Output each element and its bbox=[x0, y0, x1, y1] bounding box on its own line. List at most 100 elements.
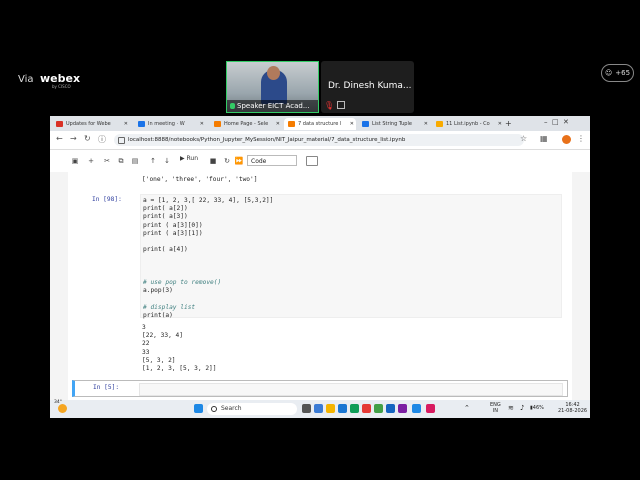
speaker-label: Speaker EICT Acad... bbox=[227, 100, 318, 112]
participants-button[interactable]: ☺ +65 bbox=[601, 64, 634, 82]
close-tab-icon[interactable]: ✕ bbox=[350, 118, 354, 130]
webex-tab-icon bbox=[138, 121, 145, 127]
restart-run-icon[interactable]: ⏩ bbox=[234, 156, 244, 166]
code-line: # display list bbox=[143, 303, 196, 311]
notebook-area: ['one', 'three', 'four', 'two'] In [98]:… bbox=[50, 172, 590, 416]
app-icon-5[interactable] bbox=[426, 404, 435, 413]
windows-taskbar: 34° Search ⌃ ENG IN ≋ ♪ ▮46% 16:42 21-08-2… bbox=[50, 400, 590, 418]
via-label: Via bbox=[18, 74, 34, 85]
menu-icon[interactable]: ⋮ bbox=[577, 134, 585, 143]
language-indicator[interactable]: ENG IN bbox=[490, 402, 501, 414]
taskbar-search[interactable]: Search bbox=[207, 403, 297, 415]
window-controls: – □ ✕ bbox=[544, 118, 569, 126]
stop-icon[interactable]: ■ bbox=[208, 156, 218, 166]
restart-icon[interactable]: ↻ bbox=[222, 156, 232, 166]
address-bar-row: ← → ↻ ⓘ localhost:8888/notebooks/Python_… bbox=[50, 131, 590, 150]
tab-0[interactable]: Updates for Webe ✕ bbox=[52, 118, 130, 130]
speaker-video-tile[interactable]: Speaker EICT Acad... bbox=[226, 61, 319, 113]
jupyter-icon bbox=[214, 121, 221, 127]
wifi-icon[interactable]: ≋ bbox=[508, 404, 514, 412]
app-icon[interactable] bbox=[362, 404, 371, 413]
chrome-icon[interactable] bbox=[350, 404, 359, 413]
app-icon-2[interactable] bbox=[374, 404, 383, 413]
cell-type-select[interactable]: Code bbox=[247, 155, 297, 166]
host-video-tile[interactable]: Dr. Dinesh Kuma... bbox=[321, 61, 414, 113]
extensions-icon[interactable]: ▦ bbox=[540, 134, 548, 143]
code-line: print( a[3]) bbox=[143, 213, 188, 221]
active-cell-prompt: In [5]: bbox=[93, 384, 120, 391]
close-tab-icon[interactable]: ✕ bbox=[124, 118, 128, 130]
tab-2[interactable]: Home Page - Sele ✕ bbox=[210, 118, 282, 130]
video-off-icon bbox=[337, 101, 345, 109]
edge-icon[interactable] bbox=[338, 404, 347, 413]
browser-window: Updates for Webe ✕ In meeting · W ✕ Home P… bbox=[50, 116, 590, 416]
move-up-icon[interactable]: ↑ bbox=[148, 156, 158, 166]
active-cell-input[interactable] bbox=[139, 383, 563, 396]
output-line: [5, 3, 2] bbox=[142, 356, 176, 364]
tray-chevron-icon[interactable]: ⌃ bbox=[464, 404, 470, 412]
paste-icon[interactable]: ▤ bbox=[130, 156, 140, 166]
participants-count: +65 bbox=[615, 69, 631, 77]
copy-icon[interactable]: ⧉ bbox=[116, 156, 126, 166]
new-tab-button[interactable]: + bbox=[502, 118, 514, 130]
previous-output: ['one', 'three', 'four', 'two'] bbox=[142, 176, 258, 183]
output-line: [1, 2, 3, [5, 3, 2]] bbox=[142, 365, 217, 373]
code-editor[interactable]: a = [1, 2, 3,[ 22, 33, 4], [5,3,2]] print… bbox=[140, 194, 562, 319]
gmail-icon bbox=[56, 121, 63, 127]
tab-4[interactable]: List String Tuple ✕ bbox=[358, 118, 430, 130]
code-line: a.pop(3) bbox=[143, 287, 173, 295]
tab-5[interactable]: 11 List.ipynb - Co ✕ bbox=[432, 118, 504, 130]
info-icon[interactable]: ⓘ bbox=[98, 134, 106, 145]
clock[interactable]: 16:42 21-08-2026 bbox=[558, 402, 587, 414]
code-line: print( a[2]) bbox=[143, 205, 188, 213]
move-down-icon[interactable]: ↓ bbox=[162, 156, 172, 166]
close-tab-icon[interactable]: ✕ bbox=[276, 118, 280, 130]
code-line: a = [1, 2, 3,[ 22, 33, 4], [5,3,2]] bbox=[143, 197, 274, 204]
bookmark-star-icon[interactable]: ☆ bbox=[520, 134, 527, 143]
tab-3-active[interactable]: 7 data structure l ✕ bbox=[284, 118, 356, 130]
search-icon bbox=[211, 406, 217, 412]
run-button[interactable]: ▶ Run bbox=[180, 155, 198, 162]
speaker-name: Speaker EICT Acad... bbox=[237, 102, 310, 110]
url-bar[interactable]: localhost:8888/notebooks/Python_Jupyter_… bbox=[114, 134, 524, 146]
code-line: # use pop to remove() bbox=[143, 279, 222, 287]
active-cell[interactable]: In [5]: bbox=[72, 380, 568, 397]
speaker-head bbox=[267, 66, 280, 80]
url-text: localhost:8888/notebooks/Python_Jupyter_… bbox=[128, 137, 406, 143]
weather-temp: 34° bbox=[54, 400, 62, 405]
code-line: print ( a[3][0]) bbox=[143, 221, 203, 229]
tab-1[interactable]: In meeting · W ✕ bbox=[134, 118, 206, 130]
speaker-icon[interactable]: ♪ bbox=[520, 404, 524, 412]
task-view-icon[interactable] bbox=[302, 404, 311, 413]
jupyter-icon bbox=[288, 121, 295, 127]
windows-start-icon[interactable] bbox=[194, 404, 203, 413]
host-name: Dr. Dinesh Kuma... bbox=[328, 81, 412, 91]
close-tab-icon[interactable]: ✕ bbox=[200, 118, 204, 130]
close-tab-icon[interactable]: ✕ bbox=[424, 118, 428, 130]
app-icon-3[interactable] bbox=[398, 404, 407, 413]
cell-output: 3 [22, 33, 4] 22 33 [5, 3, 2] [1, 2, 3, [5, 3… bbox=[142, 324, 217, 373]
weather-icon[interactable] bbox=[58, 404, 67, 413]
tab-bar: Updates for Webe ✕ In meeting · W ✕ Home P… bbox=[50, 116, 590, 131]
cut-icon[interactable]: ✂ bbox=[102, 156, 112, 166]
cell-prompt: In [98]: bbox=[92, 196, 122, 203]
reload-icon[interactable]: ↻ bbox=[84, 134, 91, 143]
forward-icon[interactable]: → bbox=[70, 134, 77, 143]
insert-cell-icon[interactable]: + bbox=[86, 156, 96, 166]
code-line: print(a) bbox=[143, 311, 173, 319]
profile-avatar[interactable] bbox=[562, 135, 571, 144]
meet-icon[interactable] bbox=[314, 404, 323, 413]
battery-level[interactable]: ▮46% bbox=[530, 405, 544, 411]
webex-app-icon[interactable] bbox=[386, 404, 395, 413]
file-explorer-icon[interactable] bbox=[326, 404, 335, 413]
jupyter-toolbar: ▣ + ✂ ⧉ ▤ ↑ ↓ ▶ Run ■ ↻ ⏩ Code bbox=[50, 150, 590, 173]
code-line: print( a[4]) bbox=[143, 246, 188, 254]
save-icon[interactable]: ▣ bbox=[70, 156, 80, 166]
keyboard-icon[interactable] bbox=[306, 156, 318, 166]
lock-icon bbox=[118, 137, 125, 144]
app-icon-4[interactable] bbox=[412, 404, 421, 413]
back-icon[interactable]: ← bbox=[56, 134, 63, 143]
